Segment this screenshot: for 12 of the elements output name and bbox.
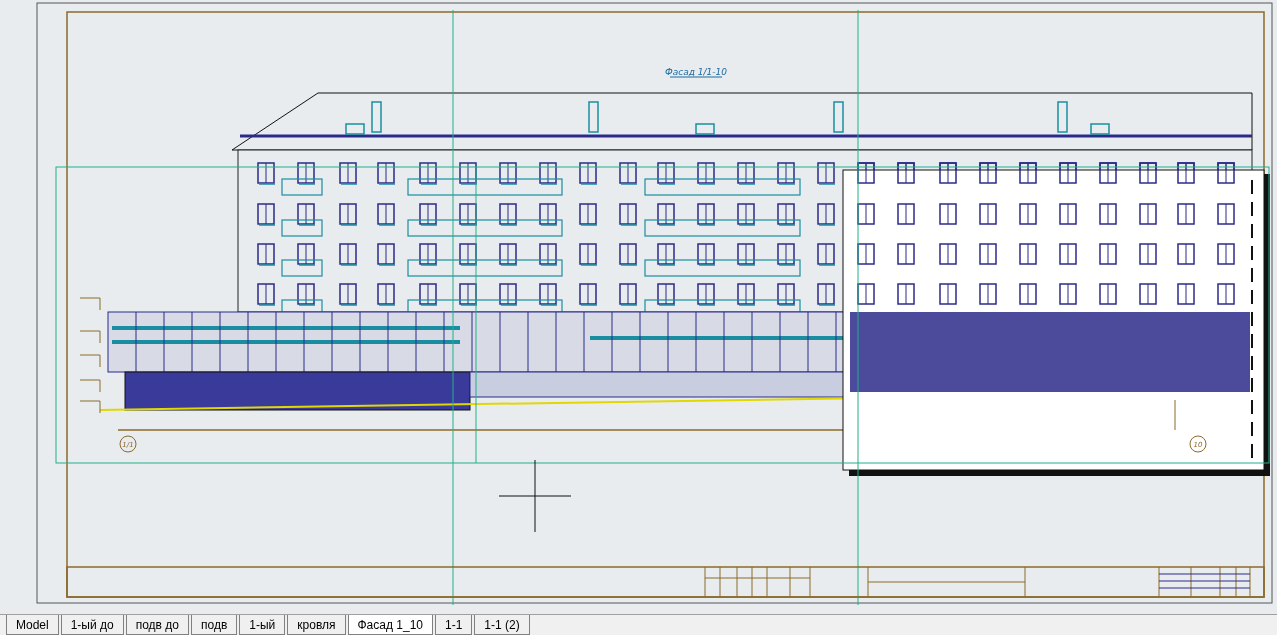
layout-tab[interactable]: 1-ый до [60,615,124,635]
layout-tab[interactable]: 1-ый [239,615,286,635]
layout-tab[interactable]: 1-1 [435,615,473,635]
layout-tab[interactable]: Model [6,615,59,635]
layout-tab[interactable]: подв до [125,615,189,635]
axis-marker [1189,435,1207,453]
axis-marker [119,435,137,453]
layout-tab[interactable]: кровля [287,615,346,635]
layout-tab[interactable]: подв [191,615,238,635]
layout-tab[interactable]: 1-1 (2) [474,615,530,635]
layout-tab[interactable]: Фасад 1_10 [347,615,433,635]
drawing-title: Фасад 1/1-10 [665,67,727,77]
